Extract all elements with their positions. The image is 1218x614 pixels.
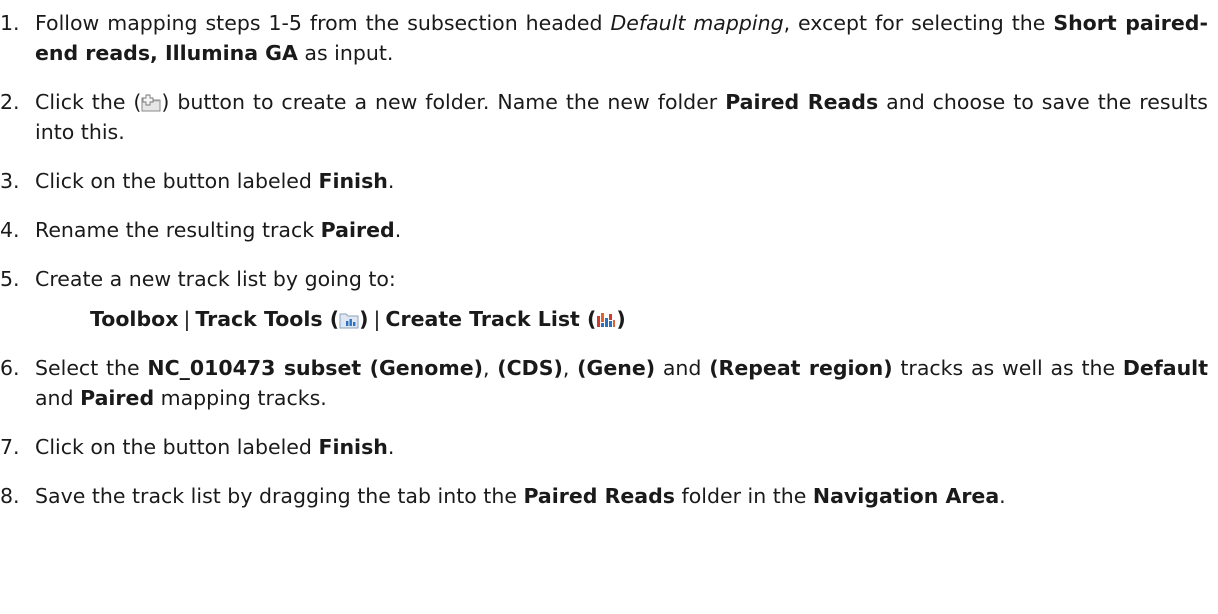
step-number: 7.: [0, 435, 20, 459]
menu-path-toolbox: Toolbox: [90, 307, 179, 331]
menu-path-separator: |: [373, 307, 381, 331]
step-number: 6.: [0, 356, 20, 380]
step-text: ,: [482, 356, 498, 380]
step-text: and: [655, 356, 710, 380]
step-text: Click the (: [35, 90, 142, 114]
steps-list: 1. Follow mapping steps 1-5 from the sub…: [0, 8, 1208, 294]
step-text: folder in the: [675, 484, 813, 508]
track-tools-icon: [339, 311, 359, 329]
list-item: 5. Create a new track list by going to:: [0, 264, 1208, 294]
track-name: Paired: [80, 386, 155, 410]
step-number: 8.: [0, 484, 20, 508]
step-text: .: [387, 169, 395, 193]
step-text: ,: [562, 356, 578, 380]
instruction-document: 1. Follow mapping steps 1-5 from the sub…: [0, 0, 1218, 614]
step-text: Rename the resulting track: [35, 218, 321, 242]
track-name: (Repeat region): [709, 356, 893, 380]
create-track-list-icon: [596, 311, 616, 329]
list-item: 2. Click the ( ) button to create a new …: [0, 87, 1208, 147]
step-text: Follow mapping steps 1-5 from the subsec…: [35, 11, 611, 35]
step-text: .: [999, 484, 1006, 508]
step-number: 2.: [0, 90, 20, 114]
step-text: ) button to create a new folder. Name th…: [161, 90, 726, 114]
step-text: .: [394, 218, 402, 242]
button-name: Finish: [318, 435, 388, 459]
list-item: 4. Rename the resulting track Paired.: [0, 215, 1208, 245]
folder-name: Paired Reads: [725, 90, 879, 114]
step-text: Select the: [35, 356, 148, 380]
track-name: (Gene): [577, 356, 656, 380]
step-number: 1.: [0, 11, 20, 35]
folder-name: Paired Reads: [523, 484, 676, 508]
step-text: as input.: [297, 41, 394, 65]
steps-list-continued: 6. Select the NC_010473 subset (Genome),…: [0, 353, 1208, 511]
menu-path-track-tools: Track Tools (: [195, 307, 340, 331]
step-text: and: [35, 386, 81, 410]
menu-path-track-tools-end: ): [359, 307, 369, 331]
track-name: NC_010473 subset (Genome): [147, 356, 483, 380]
step-text: Click on the button labeled: [35, 169, 319, 193]
new-folder-icon: [141, 94, 161, 112]
step-text: .: [387, 435, 395, 459]
step-text: Save the track list by dragging the tab …: [35, 484, 524, 508]
menu-path-create-track-list: Create Track List (: [385, 307, 597, 331]
step-text: Click on the button labeled: [35, 435, 319, 459]
track-name: (CDS): [497, 356, 563, 380]
track-name: Default: [1122, 356, 1208, 380]
list-item: 1. Follow mapping steps 1-5 from the sub…: [0, 8, 1208, 68]
menu-path-separator: |: [183, 307, 191, 331]
area-name: Navigation Area: [812, 484, 1000, 508]
list-item: 3. Click on the button labeled Finish.: [0, 166, 1208, 196]
step-number: 3.: [0, 169, 20, 193]
step-text: , except for selecting the: [783, 11, 1054, 35]
step-number: 5.: [0, 267, 20, 291]
menu-path: Toolbox | Track Tools ( ) | Create Track Lis…: [0, 304, 1208, 334]
menu-path-create-track-list-end: ): [616, 307, 626, 331]
list-item: 7. Click on the button labeled Finish.: [0, 432, 1208, 462]
list-item: 6. Select the NC_010473 subset (Genome),…: [0, 353, 1208, 413]
button-name: Finish: [318, 169, 388, 193]
track-name: Paired: [320, 218, 395, 242]
step-text: tracks as well as the: [892, 356, 1123, 380]
step-text: mapping tracks.: [154, 386, 327, 410]
step-text: Create a new track list by going to:: [35, 267, 396, 291]
subsection-reference: Default mapping: [610, 11, 784, 35]
step-number: 4.: [0, 218, 20, 242]
list-item: 8. Save the track list by dragging the t…: [0, 481, 1208, 511]
